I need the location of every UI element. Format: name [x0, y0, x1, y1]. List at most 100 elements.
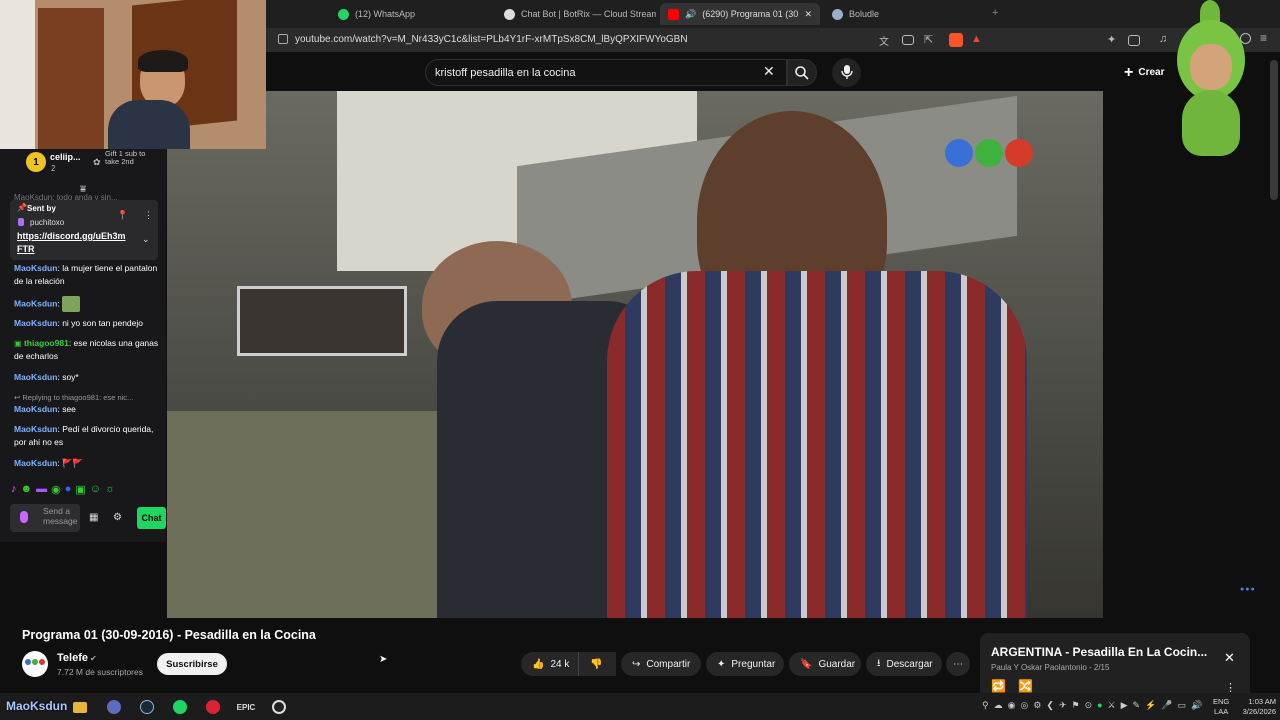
- badge-icon: [18, 218, 24, 226]
- tray-icon[interactable]: ☁: [994, 700, 1003, 711]
- obs-icon[interactable]: [269, 697, 289, 717]
- share-page-icon[interactable]: ⇱: [924, 33, 933, 46]
- emote-icon[interactable]: ☻: [21, 483, 33, 496]
- unpin-icon[interactable]: 📍: [117, 210, 128, 221]
- site-info-icon[interactable]: [278, 34, 288, 44]
- language-indicator[interactable]: ENG LAA: [1213, 697, 1229, 717]
- tab-boludle[interactable]: Boludle: [824, 3, 974, 25]
- chat-username[interactable]: thiagoo981: [24, 338, 69, 348]
- media-icon[interactable]: ♫: [1159, 33, 1167, 45]
- gift-sub-text[interactable]: Gift 1 sub to take 2nd: [105, 150, 155, 166]
- tray-icon[interactable]: ▶: [1121, 700, 1128, 711]
- volume-icon[interactable]: 🔊: [1191, 700, 1202, 711]
- clock[interactable]: 1:03 AM 3/26/2026: [1232, 697, 1276, 717]
- tray-icon[interactable]: ▭: [1178, 700, 1187, 711]
- chat-username[interactable]: MaoKsdun: [14, 404, 57, 414]
- emote-icon[interactable]: ☼: [105, 483, 115, 496]
- emote-image: [62, 296, 81, 312]
- dislike-button[interactable]: 👎: [578, 652, 616, 676]
- close-playlist-icon[interactable]: ✕: [1224, 650, 1235, 666]
- share-button[interactable]: ↪ Compartir: [621, 652, 701, 676]
- file-explorer-icon[interactable]: [70, 697, 90, 717]
- chat-username[interactable]: MaoKsdun: [14, 458, 57, 468]
- top-gifter[interactable]: celiip...: [50, 152, 81, 162]
- chevron-down-icon[interactable]: ⌄: [142, 234, 150, 245]
- chat-username[interactable]: MaoKsdun: [14, 298, 57, 308]
- download-button[interactable]: ⭳ Descargar: [866, 652, 942, 676]
- pinned-user[interactable]: puchitoxo: [30, 218, 64, 227]
- playlist-title[interactable]: ARGENTINA - Pesadilla En La Cocin...: [991, 645, 1211, 659]
- chat-username[interactable]: MaoKsdun: [14, 372, 57, 382]
- tray-icon[interactable]: ⊙: [1085, 700, 1093, 711]
- more-options-icon[interactable]: ⋮: [144, 210, 153, 221]
- page-scrollbar[interactable]: [1270, 60, 1278, 200]
- tray-icon[interactable]: ◉: [1008, 700, 1016, 711]
- chat-send-button[interactable]: Chat: [137, 507, 166, 529]
- tray-icon[interactable]: ⚙: [1033, 700, 1041, 711]
- emote-icon[interactable]: ◉: [51, 483, 61, 496]
- microphone-icon[interactable]: [20, 511, 28, 523]
- epic-games-icon[interactable]: EPIC: [236, 697, 256, 717]
- tray-icon[interactable]: ✈: [1059, 700, 1067, 711]
- settings-gear-icon[interactable]: ⚙: [113, 512, 122, 523]
- video-player[interactable]: [167, 91, 1103, 618]
- channel-avatar[interactable]: [22, 651, 48, 677]
- menu-icon[interactable]: ≡: [1260, 31, 1267, 45]
- rewards-icon[interactable]: ▲: [971, 33, 982, 45]
- tray-icon[interactable]: ❮: [1046, 700, 1054, 711]
- tab-botrix[interactable]: Chat Bot | BotRix — Cloud Streaming: [496, 3, 656, 25]
- spotify-icon[interactable]: [170, 697, 190, 717]
- emote-icon[interactable]: ▬: [36, 483, 47, 496]
- clear-search-icon[interactable]: ✕: [763, 63, 775, 80]
- emote-icon[interactable]: ▣: [75, 483, 85, 496]
- chat-username[interactable]: MaoKsdun: [14, 318, 57, 328]
- loop-icon[interactable]: 🔁: [991, 679, 1006, 693]
- search-button[interactable]: [787, 59, 817, 86]
- chef-shirt: [607, 271, 1027, 618]
- steam-icon[interactable]: [137, 697, 157, 717]
- url-text[interactable]: youtube.com/watch?v=M_Nr433yC1c&list=PLb…: [295, 34, 688, 45]
- tray-icon[interactable]: ●: [1097, 700, 1102, 711]
- tab-whatsapp[interactable]: (12) WhatsApp: [330, 3, 490, 25]
- chat-username[interactable]: MaoKsdun: [14, 424, 57, 434]
- translate-icon[interactable]: 文: [879, 33, 889, 48]
- emote-icon[interactable]: ●: [65, 483, 72, 496]
- tray-icon[interactable]: ⚡: [1145, 700, 1156, 711]
- tray-icon[interactable]: ◎: [1020, 700, 1028, 711]
- chat-text: 🚩🚩: [62, 458, 84, 468]
- voice-search-button[interactable]: [832, 58, 861, 87]
- browser-icon[interactable]: [104, 697, 124, 717]
- close-tab-icon[interactable]: ✕: [804, 9, 812, 20]
- tray-icon[interactable]: ⚔: [1108, 700, 1116, 711]
- new-tab-icon[interactable]: +: [992, 7, 998, 19]
- chat-text: soy*: [62, 372, 79, 382]
- gift-icon[interactable]: ▦: [89, 512, 98, 523]
- app-icon[interactable]: [203, 697, 223, 717]
- system-tray: ⚲ ☁ ◉ ◎ ⚙ ❮ ✈ ⚑ ⊙ ● ⚔ ▶ ✎ ⚡ 🎤 ▭ 🔊: [982, 700, 1202, 711]
- emote-icon[interactable]: ♪: [11, 483, 17, 496]
- chat-username[interactable]: MaoKsdun: [14, 263, 57, 273]
- emote-icon[interactable]: ☺: [90, 483, 101, 496]
- share-icon: ↪: [632, 658, 641, 670]
- tray-icon[interactable]: 🎤: [1161, 700, 1172, 711]
- tray-icon[interactable]: ⚲: [982, 700, 989, 711]
- search-input[interactable]: kristoff pesadilla en la cocina: [425, 59, 787, 86]
- subscribe-button[interactable]: Suscribirse: [157, 653, 227, 675]
- tray-icon[interactable]: ⚑: [1071, 700, 1079, 711]
- tray-icon[interactable]: ✎: [1133, 700, 1141, 711]
- sidebar-icon[interactable]: [1128, 35, 1140, 46]
- create-button[interactable]: + Crear: [1124, 59, 1164, 86]
- shuffle-icon[interactable]: 🔀: [1018, 679, 1033, 693]
- tab-youtube[interactable]: 🔊 (6290) Programa 01 (30-09-2 ✕: [660, 3, 820, 25]
- tab-label: Boludle: [849, 9, 880, 19]
- save-button[interactable]: 🔖 Guardar: [789, 652, 861, 676]
- brave-shield-icon[interactable]: [949, 33, 963, 47]
- plus-icon: +: [1124, 63, 1134, 81]
- more-actions-button[interactable]: ⋯: [946, 652, 970, 676]
- cast-icon[interactable]: [902, 35, 914, 45]
- pinned-link[interactable]: https://discord.gg/uEh3m FTR: [17, 230, 137, 256]
- extensions-icon[interactable]: ✦: [1107, 33, 1116, 46]
- channel-name[interactable]: Telefe: [57, 652, 88, 664]
- filter-icon[interactable]: ⩸: [80, 184, 86, 195]
- ask-button[interactable]: ✦ Preguntar: [706, 652, 784, 676]
